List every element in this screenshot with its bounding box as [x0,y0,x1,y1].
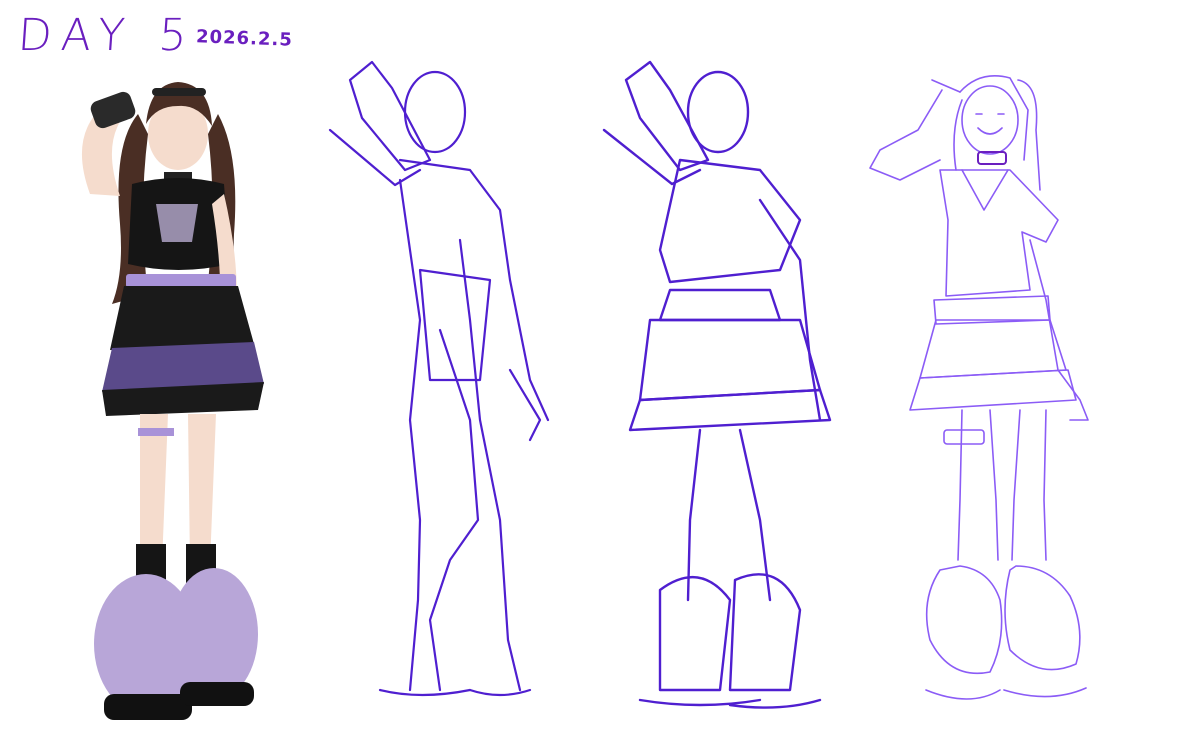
clean-lineart [869,75,1089,700]
